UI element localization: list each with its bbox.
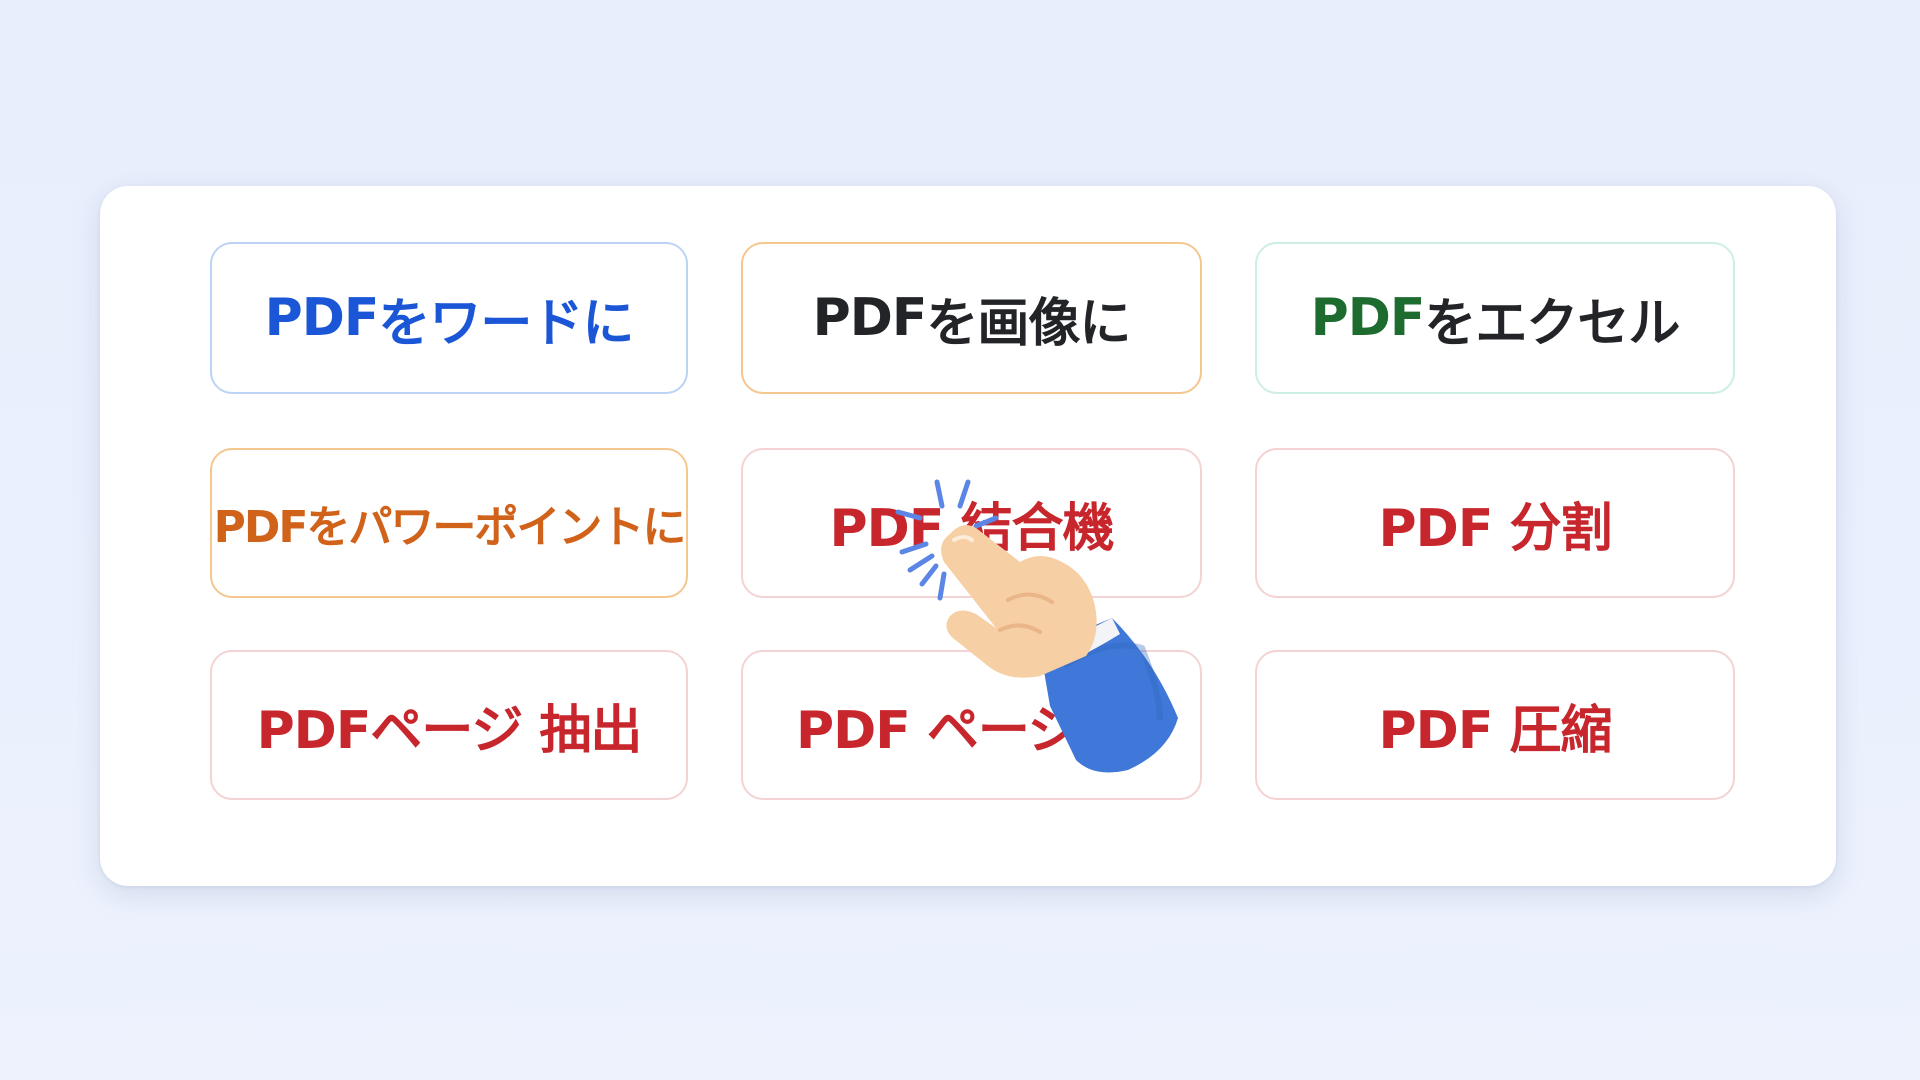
pdf-to-image-button[interactable]: PDF を画像に — [741, 242, 1202, 394]
pdf-compress-button[interactable]: PDF 圧縮 — [1255, 650, 1735, 800]
pdf-to-word-button[interactable]: PDF をワードに — [210, 242, 688, 394]
pdf-to-image-prefix: PDF — [812, 288, 928, 348]
pdf-to-word-prefix: PDF — [264, 288, 380, 348]
pdf-page-delete-label: PDF ページ 削 — [796, 700, 1148, 761]
pdf-compress-label: PDF 圧縮 — [1378, 700, 1613, 761]
pdf-merge-button[interactable]: PDF 結合機 — [741, 448, 1202, 598]
pdf-to-powerpoint-label: PDFをパワーポイントに — [213, 502, 687, 553]
pdf-to-excel-label: をエクセル — [1424, 293, 1680, 354]
pdf-page-delete-button[interactable]: PDF ページ 削 — [741, 650, 1202, 800]
pdf-merge-label: PDF 結合機 — [829, 498, 1115, 559]
tools-panel: PDF をワードに PDF を画像に PDF をエクセル PDFをパワーポイントに P… — [100, 186, 1836, 886]
pdf-page-extract-label: PDFページ 抽出 — [256, 700, 643, 761]
pdf-to-powerpoint-button[interactable]: PDFをパワーポイントに — [210, 448, 688, 598]
pdf-to-word-label: をワードに — [378, 293, 634, 354]
pdf-split-button[interactable]: PDF 分割 — [1255, 448, 1735, 598]
pdf-to-image-label: を画像に — [926, 293, 1131, 354]
pdf-to-excel-prefix: PDF — [1310, 288, 1426, 348]
pdf-to-excel-button[interactable]: PDF をエクセル — [1255, 242, 1735, 394]
pdf-split-label: PDF 分割 — [1378, 498, 1613, 559]
pdf-page-extract-button[interactable]: PDFページ 抽出 — [210, 650, 688, 800]
